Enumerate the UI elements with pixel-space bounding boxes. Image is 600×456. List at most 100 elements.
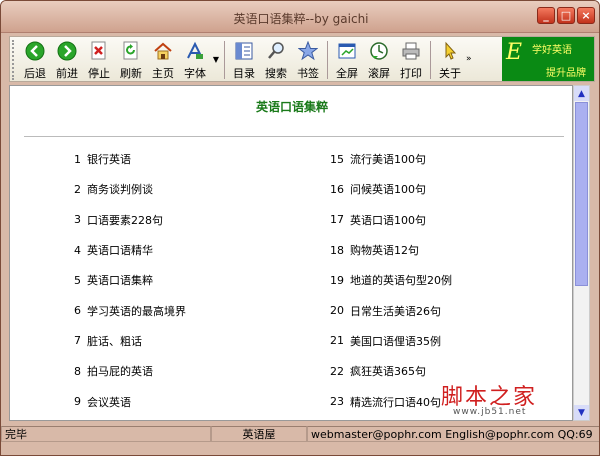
stop-button[interactable]: 停止 — [83, 37, 115, 81]
list-item[interactable]: 18 购物英语12句 — [330, 235, 452, 265]
item-number: 22 — [330, 364, 344, 378]
item-link[interactable]: 英语口语集粹 — [87, 272, 153, 288]
item-link[interactable]: 地道的英语句型20例 — [350, 272, 452, 288]
list-item[interactable]: 17 英语口语100句 — [330, 205, 452, 235]
bookmark-button[interactable]: 书签 — [292, 37, 324, 81]
close-button[interactable]: × — [577, 7, 595, 24]
item-link[interactable]: 脏话、粗话 — [87, 333, 142, 349]
bookmark-star-icon — [297, 40, 319, 62]
logo-line1: 学好英语 — [532, 45, 572, 56]
toolbar: 后退 前进 停止 刷新 主页 字体 ▼ 目录 搜索 书签 全屏 滚屏 打印 关于… — [9, 36, 595, 82]
list-item[interactable]: 1 银行英语 — [74, 144, 186, 174]
item-link[interactable]: 精选流行口语40句 — [350, 394, 441, 410]
item-number: 7 — [74, 334, 81, 348]
toolbar-overflow-chevron[interactable]: » — [466, 37, 474, 81]
item-number: 15 — [330, 152, 344, 166]
vertical-scrollbar[interactable]: ▲ ▼ — [573, 85, 590, 421]
item-number: 9 — [74, 395, 81, 409]
item-link[interactable]: 购物英语12句 — [350, 242, 419, 258]
item-link[interactable]: 口语要素228句 — [87, 212, 163, 228]
title-bar[interactable]: 英语口语集粹--by gaichi _ □ × — [1, 1, 599, 33]
window-title: 英语口语集粹--by gaichi — [233, 12, 369, 26]
contents-label: 目录 — [233, 67, 255, 80]
back-arrow-icon — [24, 40, 46, 62]
about-button[interactable]: 关于 — [434, 37, 466, 81]
bookmark-label: 书签 — [297, 67, 319, 80]
scroll-up-arrow[interactable]: ▲ — [574, 86, 589, 101]
list-item[interactable]: 6 学习英语的最高境界 — [74, 295, 186, 325]
list-item[interactable]: 9 会议英语 — [74, 386, 186, 416]
list-item[interactable]: 7 脏话、粗话 — [74, 326, 186, 356]
scroll-thumb[interactable] — [575, 102, 588, 286]
list-item[interactable]: 15 流行美语100句 — [330, 144, 452, 174]
item-link[interactable]: 会议英语 — [87, 394, 131, 410]
item-number: 17 — [330, 213, 344, 227]
refresh-label: 刷新 — [120, 67, 142, 80]
fullscreen-button[interactable]: 全屏 — [331, 37, 363, 81]
forward-button[interactable]: 前进 — [51, 37, 83, 81]
item-link[interactable]: 商务谈判例谈 — [87, 181, 153, 197]
font-dropdown-arrow[interactable]: ▼ — [211, 37, 221, 81]
back-button[interactable]: 后退 — [19, 37, 51, 81]
toolbar-grip[interactable] — [12, 40, 17, 80]
list-item[interactable]: 5 英语口语集粹 — [74, 265, 186, 295]
contents-button[interactable]: 目录 — [228, 37, 260, 81]
item-number: 5 — [74, 273, 81, 287]
status-contact: webmaster@pophr.com English@pophr.com QQ… — [307, 426, 599, 442]
status-site-name: 英语屋 — [211, 426, 307, 442]
autoscroll-icon — [368, 40, 390, 62]
item-number: 19 — [330, 273, 344, 287]
item-link[interactable]: 疯狂英语365句 — [350, 363, 426, 379]
content-pane: 英语口语集粹 1 银行英语 2 商务谈判例谈 3 口语要素228句 4 英语口语精华 5… — [9, 85, 573, 421]
item-number: 18 — [330, 243, 344, 257]
watermark-url: www.jb51.net — [453, 407, 527, 417]
list-item[interactable]: 16 问候英语100句 — [330, 174, 452, 204]
item-link[interactable]: 学习英语的最高境界 — [87, 303, 186, 319]
list-item[interactable]: 8 拍马屁的英语 — [74, 356, 186, 386]
app-window: 英语口语集粹--by gaichi _ □ × 后退 前进 停止 刷新 主页 字… — [0, 0, 600, 456]
back-label: 后退 — [24, 67, 46, 80]
minimize-button[interactable]: _ — [537, 7, 555, 24]
stop-label: 停止 — [88, 67, 110, 80]
list-item[interactable]: 2 商务谈判例谈 — [74, 174, 186, 204]
search-button[interactable]: 搜索 — [260, 37, 292, 81]
fullscreen-icon — [336, 40, 358, 62]
item-link[interactable]: 英语口语100句 — [350, 212, 426, 228]
maximize-button[interactable]: □ — [557, 7, 575, 24]
scroll-down-arrow[interactable]: ▼ — [574, 405, 589, 420]
font-icon — [184, 40, 206, 62]
list-item[interactable]: 4 英语口语精华 — [74, 235, 186, 265]
title-divider — [24, 136, 564, 137]
list-item[interactable]: 22 疯狂英语365句 — [330, 356, 452, 386]
item-number: 23 — [330, 395, 344, 409]
item-link[interactable]: 银行英语 — [87, 151, 131, 167]
print-button[interactable]: 打印 — [395, 37, 427, 81]
item-link[interactable]: 日常生活美语26句 — [350, 303, 441, 319]
home-button[interactable]: 主页 — [147, 37, 179, 81]
logo-line2: 提升品牌 — [546, 68, 586, 79]
list-item[interactable]: 23 精选流行口语40句 — [330, 386, 452, 416]
item-number: 8 — [74, 364, 81, 378]
item-link[interactable]: 美国口语俚语35例 — [350, 333, 441, 349]
item-link[interactable]: 流行美语100句 — [350, 151, 426, 167]
search-label: 搜索 — [265, 67, 287, 80]
font-button[interactable]: 字体 — [179, 37, 211, 81]
item-link[interactable]: 拍马屁的英语 — [87, 363, 153, 379]
topic-list-right: 15 流行美语100句 16 问候英语100句 17 英语口语100句 18 购物英语1… — [330, 144, 452, 417]
fullscreen-label: 全屏 — [336, 67, 358, 80]
refresh-icon — [120, 40, 142, 62]
item-link[interactable]: 英语口语精华 — [87, 242, 153, 258]
item-number: 1 — [74, 152, 81, 166]
status-bar: 完毕 英语屋 webmaster@pophr.com English@pophr… — [1, 425, 599, 443]
home-label: 主页 — [152, 67, 174, 80]
list-item[interactable]: 20 日常生活美语26句 — [330, 295, 452, 325]
item-link[interactable]: 问候英语100句 — [350, 181, 426, 197]
logo-e-glyph: E — [506, 40, 523, 65]
print-label: 打印 — [400, 67, 422, 80]
refresh-button[interactable]: 刷新 — [115, 37, 147, 81]
toolbar-separator — [430, 41, 431, 79]
autoscroll-button[interactable]: 滚屏 — [363, 37, 395, 81]
list-item[interactable]: 21 美国口语俚语35例 — [330, 326, 452, 356]
list-item[interactable]: 3 口语要素228句 — [74, 205, 186, 235]
list-item[interactable]: 19 地道的英语句型20例 — [330, 265, 452, 295]
